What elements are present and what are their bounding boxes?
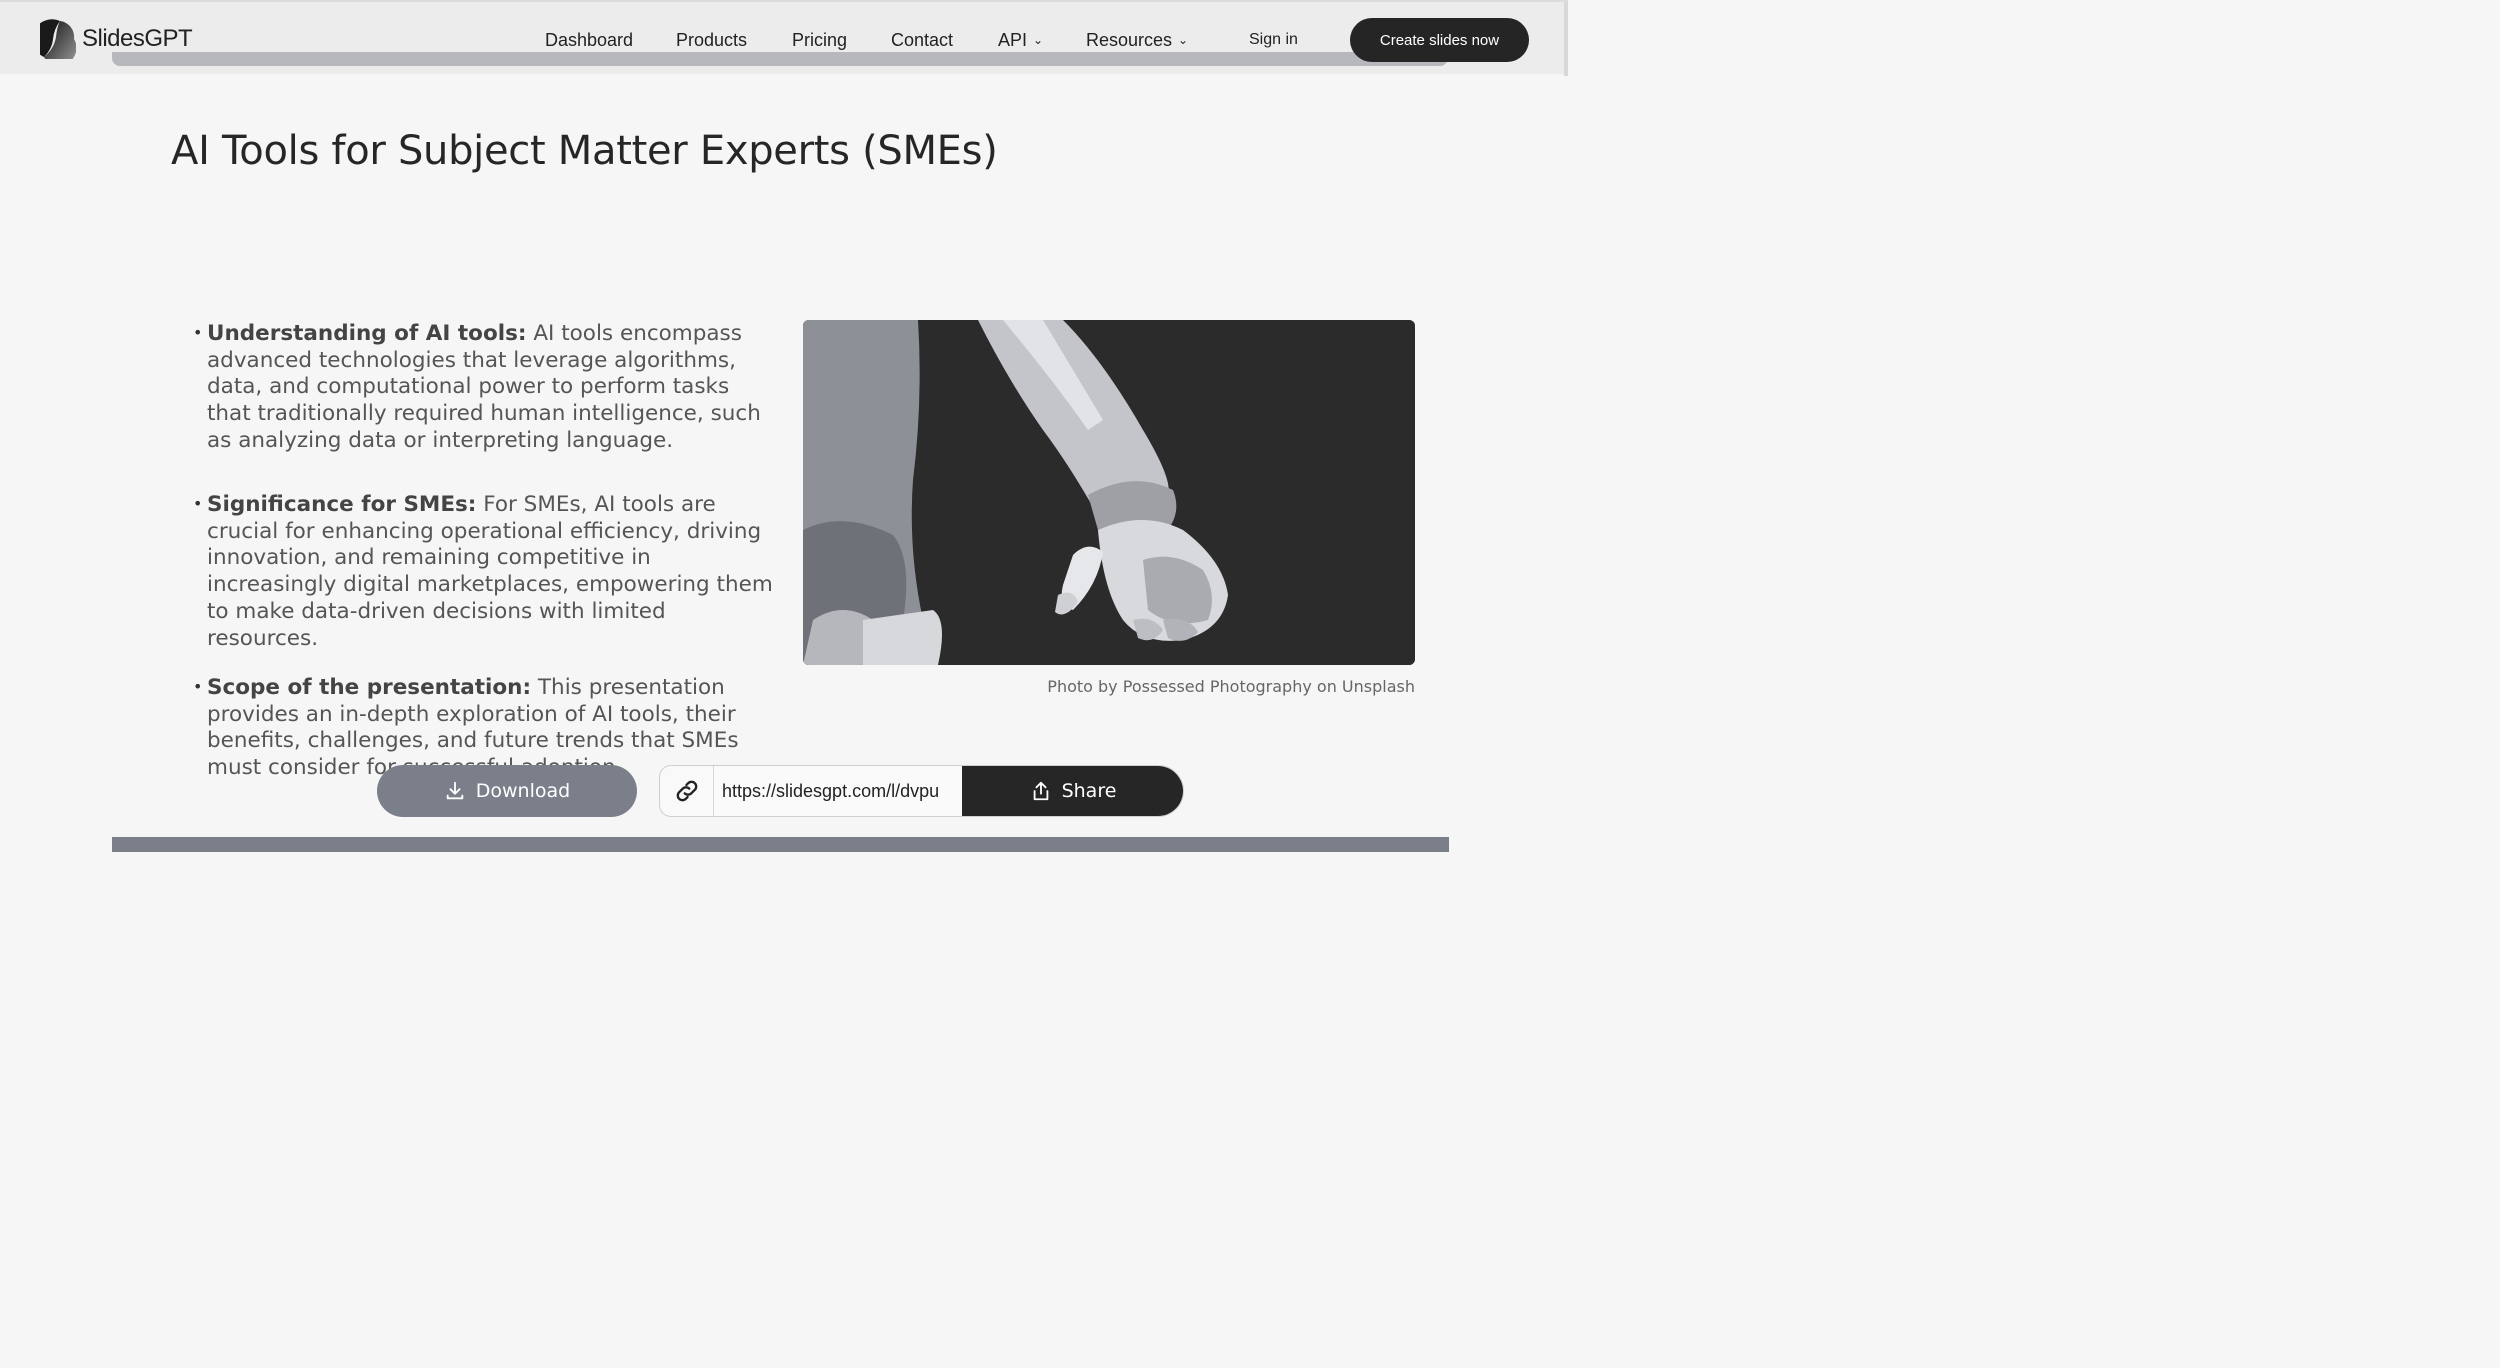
download-label: Download bbox=[475, 780, 571, 802]
logo-text: SlidesGPT bbox=[82, 25, 193, 52]
link-icon bbox=[676, 780, 697, 802]
slidesgpt-logo-icon bbox=[40, 19, 76, 59]
top-navbar: SlidesGPT Dashboard Products Pricing Con… bbox=[0, 0, 1568, 76]
bullet-heading: Understanding of AI tools: bbox=[207, 321, 527, 346]
slide-title: AI Tools for Subject Matter Experts (SME… bbox=[171, 128, 998, 174]
robot-hand-photo bbox=[803, 320, 1415, 665]
share-label: Share bbox=[1061, 780, 1117, 802]
bullet-heading: Scope of the presentation: bbox=[207, 675, 532, 700]
share-button[interactable]: Share bbox=[962, 766, 1183, 816]
bullet-heading: Significance for SMEs: bbox=[207, 492, 477, 517]
robot-hand-illustration bbox=[803, 320, 1415, 665]
nav-pricing-label: Pricing bbox=[792, 30, 848, 50]
chevron-down-icon: ⌄ bbox=[1033, 33, 1044, 47]
nav-products-label: Products bbox=[676, 30, 748, 50]
nav-resources[interactable]: Resources ⌄ bbox=[1086, 30, 1188, 51]
nav-contact-label: Contact bbox=[891, 30, 954, 50]
nav-products[interactable]: Products bbox=[676, 30, 747, 51]
chevron-down-icon: ⌄ bbox=[1178, 33, 1189, 47]
nav-api[interactable]: API ⌄ bbox=[998, 30, 1043, 51]
scrollbar-edge bbox=[1564, 2, 1568, 76]
photo-credit: Photo by Possessed Photography on Unspla… bbox=[1047, 677, 1415, 696]
download-button[interactable]: Download bbox=[377, 765, 637, 817]
nav-dashboard-label: Dashboard bbox=[545, 30, 634, 50]
nav-contact[interactable]: Contact bbox=[891, 30, 953, 51]
bullet-item: Significance for SMEs: For SMEs, AI tool… bbox=[193, 491, 777, 652]
sign-in-link[interactable]: Sign in bbox=[1249, 31, 1298, 49]
download-icon bbox=[446, 781, 464, 800]
create-slides-button[interactable]: Create slides now bbox=[1350, 18, 1529, 62]
bottom-bar bbox=[112, 837, 1449, 852]
copy-link-button[interactable] bbox=[660, 766, 714, 816]
share-link-group: Share bbox=[659, 765, 1184, 817]
navbar-shadow-strip bbox=[112, 52, 1448, 66]
share-url-field[interactable] bbox=[714, 766, 962, 816]
bullet-item: Understanding of AI tools: AI tools enco… bbox=[193, 320, 777, 455]
nav-dashboard[interactable]: Dashboard bbox=[545, 30, 633, 51]
logo[interactable]: SlidesGPT bbox=[40, 19, 193, 59]
share-icon bbox=[1033, 781, 1048, 801]
nav-resources-label: Resources bbox=[1086, 30, 1173, 50]
nav-api-label: API bbox=[998, 30, 1028, 50]
nav-pricing[interactable]: Pricing bbox=[792, 30, 847, 51]
